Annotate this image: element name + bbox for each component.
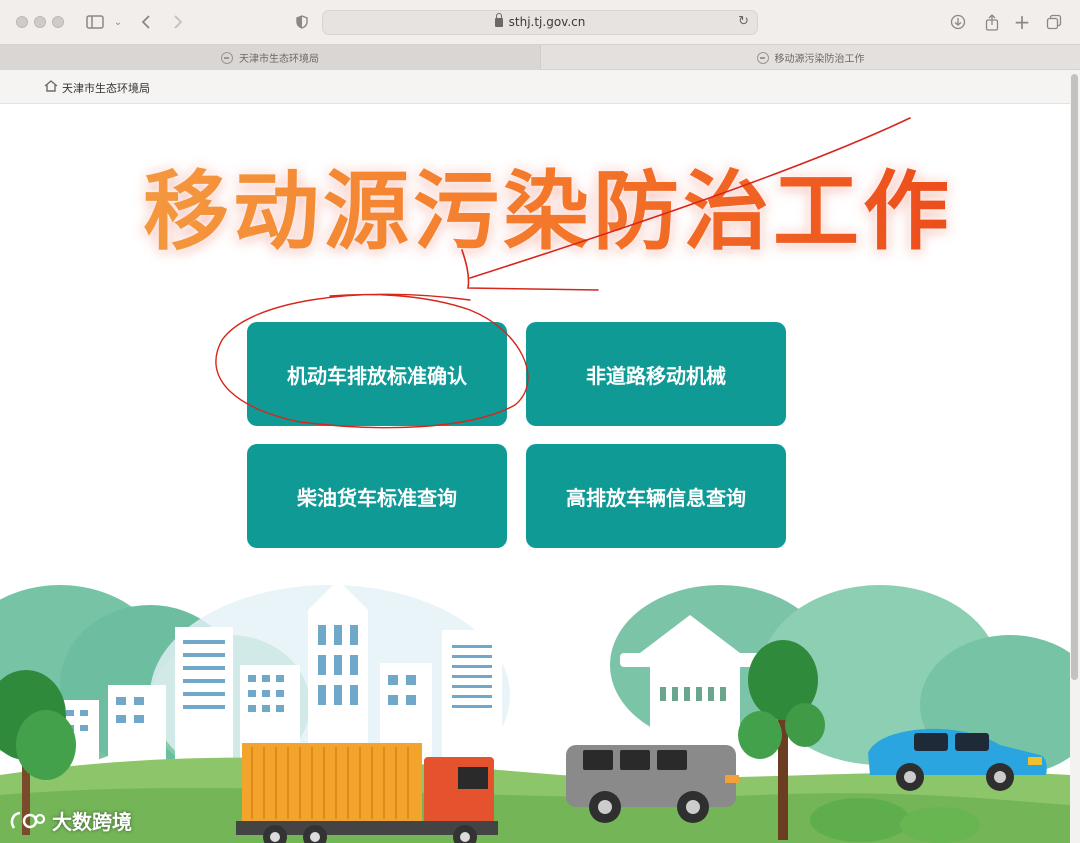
home-link[interactable]: 天津市生态环境局 — [62, 80, 150, 96]
watermark: 大数跨境 — [8, 806, 132, 835]
forward-icon[interactable] — [170, 10, 186, 34]
new-tab-icon[interactable]: + — [1012, 10, 1032, 34]
tab-tianjin-eeb[interactable]: 天津市生态环境局 — [0, 45, 540, 70]
city-illustration — [0, 580, 1070, 843]
watermark-text: 大数跨境 — [52, 810, 132, 834]
back-icon[interactable] — [138, 10, 154, 34]
privacy-shield-icon[interactable] — [294, 10, 310, 34]
scrollbar[interactable] — [1070, 70, 1080, 843]
close-window-button[interactable] — [16, 16, 28, 28]
url-text: sthj.tj.gov.cn — [508, 15, 586, 29]
reload-icon[interactable]: ↻ — [738, 14, 749, 29]
tab-bar: 天津市生态环境局 移动源污染防治工作 — [0, 44, 1080, 70]
chevron-down-icon[interactable]: ⌄ — [112, 10, 124, 34]
lock-icon — [494, 13, 503, 27]
site-favicon-icon — [221, 51, 233, 64]
diesel-truck-standard-button[interactable]: 柴油货车标准查询 — [247, 444, 507, 548]
tab-mobile-source[interactable]: 移动源污染防治工作 — [540, 45, 1080, 70]
home-icon[interactable] — [44, 80, 58, 92]
non-road-machinery-button[interactable]: 非道路移动机械 — [526, 322, 786, 426]
address-bar[interactable]: sthj.tj.gov.cn ↻ — [322, 10, 758, 35]
vehicle-emission-standard-button[interactable]: 机动车排放标准确认 — [247, 322, 507, 426]
tab-overview-icon[interactable] — [1044, 10, 1064, 34]
sidebar-icon[interactable] — [84, 10, 106, 34]
share-icon[interactable] — [982, 10, 1002, 34]
download-icon[interactable] — [948, 10, 968, 34]
minimize-window-button[interactable] — [34, 16, 46, 28]
browser-toolbar: ⌄ sthj.tj.gov.cn ↻ + — [0, 0, 1080, 44]
scrollbar-thumb[interactable] — [1071, 74, 1078, 680]
page-title: 移动源污染防治工作 — [118, 152, 978, 272]
watermark-logo-icon — [10, 811, 46, 829]
high-emission-vehicle-button[interactable]: 高排放车辆信息查询 — [526, 444, 786, 548]
tab-label: 天津市生态环境局 — [239, 54, 319, 65]
site-header: 天津市生态环境局 — [0, 70, 1070, 104]
zoom-window-button[interactable] — [52, 16, 64, 28]
tab-label: 移动源污染防治工作 — [774, 54, 865, 65]
site-favicon-icon — [756, 51, 769, 64]
